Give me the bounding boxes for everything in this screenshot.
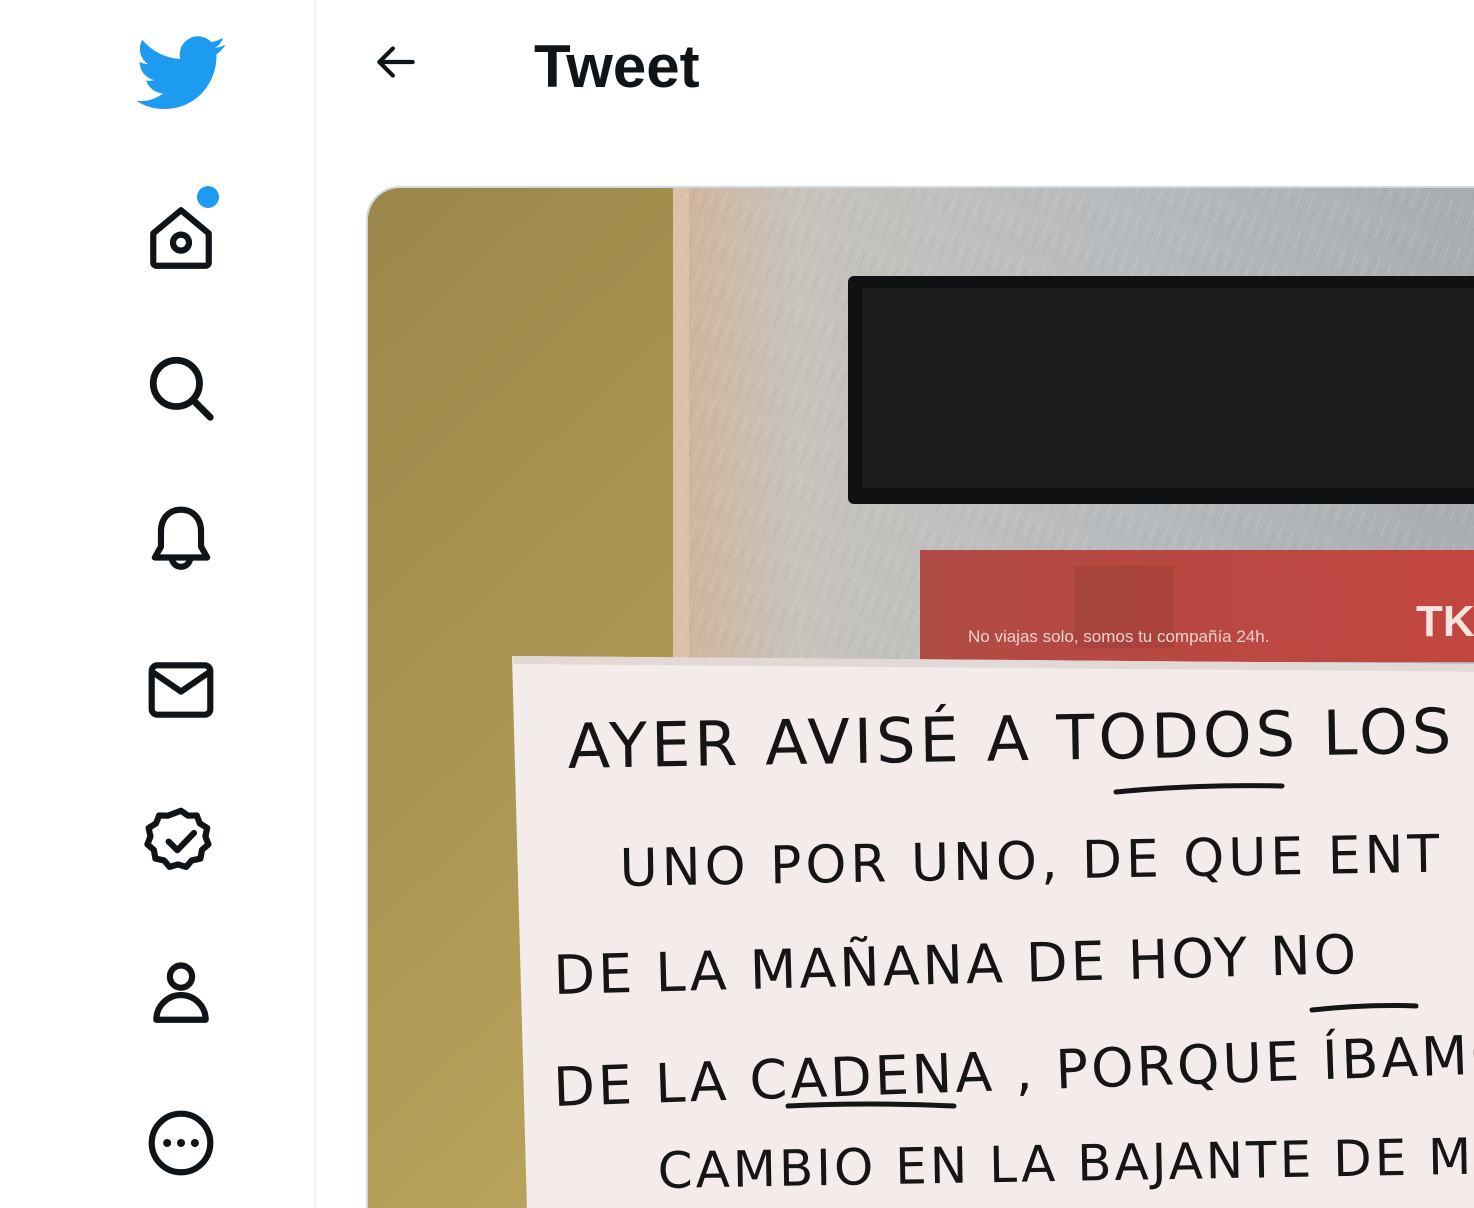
- sidebar-item-verified[interactable]: [121, 781, 241, 901]
- sidebar-item-explore[interactable]: [121, 328, 241, 448]
- person-icon: [153, 962, 209, 1023]
- sidebar-item-messages[interactable]: [121, 630, 241, 750]
- back-button[interactable]: [360, 26, 432, 98]
- more-dots-icon: [148, 1110, 214, 1176]
- notification-dot: [197, 186, 219, 208]
- page-title: Tweet: [534, 33, 700, 100]
- twitter-logo-link[interactable]: [121, 12, 241, 132]
- sidebar-item-more[interactable]: [121, 1083, 241, 1203]
- sidebar-item-notifications[interactable]: [121, 479, 241, 599]
- sidebar-item-home[interactable]: [121, 178, 241, 298]
- sticker-brand: TK: [1416, 597, 1474, 646]
- arrow-left-icon: [377, 46, 415, 78]
- elevator-note-photo: No viajas solo, somos tu compañía 24h. T…: [368, 188, 1474, 1208]
- tweet-header: Tweet: [318, 0, 1474, 132]
- envelope-icon: [148, 662, 214, 718]
- verified-badge-icon: [144, 807, 212, 870]
- home-icon: [150, 207, 212, 269]
- sidebar-nav: [0, 0, 316, 1208]
- search-icon: [149, 356, 214, 421]
- sticker-text: No viajas solo, somos tu compañía 24h.: [968, 627, 1269, 646]
- sidebar-item-profile[interactable]: [121, 932, 241, 1052]
- app-root: Tweet No viajas solo, somos tu compañía …: [0, 0, 1474, 1208]
- note-line-1: AYER AVISÉ A TODOS LOS: [567, 695, 1456, 783]
- twitter-bird-icon: [136, 36, 226, 109]
- bell-icon: [151, 506, 211, 570]
- tweet-media-photo[interactable]: No viajas solo, somos tu compañía 24h. T…: [366, 186, 1474, 1208]
